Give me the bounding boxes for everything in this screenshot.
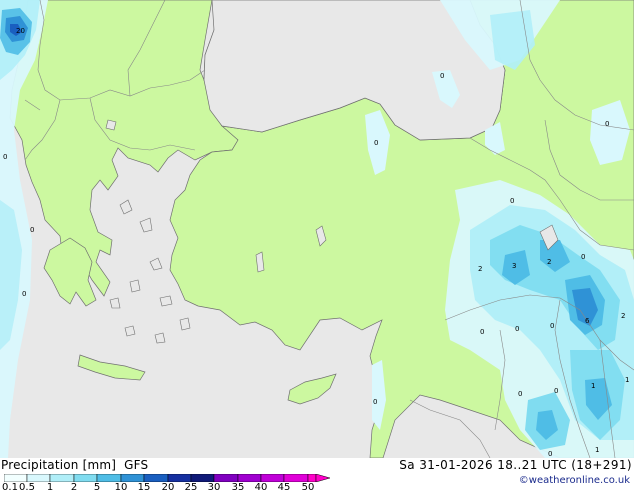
valid-time: Sa 31-01-2026 18..21 UTC (18+291) [399,458,632,472]
legend-tick-label: 45 [277,482,291,493]
legend-swatch [190,474,215,482]
legend-title: Precipitation [mm] [1,458,117,472]
contour-label: 20 [16,27,25,35]
legend-tick-label: 30 [207,482,221,493]
legend-swatch [213,474,239,482]
contour-label: 2 [478,265,482,273]
legend-tick-label: 35 [231,482,245,493]
legend-swatch [120,474,145,482]
legend-swatch [143,474,169,482]
contour-label: 0 [3,153,7,161]
contour-label: 0 [480,328,484,336]
contour-label: 0 [22,290,26,298]
legend-tick-label: 25 [184,482,198,493]
contour-label: 0 [554,387,558,395]
contour-label: 0 [373,398,377,406]
legend-swatch [237,474,262,482]
contour-label: 1 [595,446,599,454]
contour-label: 0 [515,325,519,333]
legend-swatch [26,474,51,482]
contour-label: 0 [518,390,522,398]
legend-tick-label: 0.1 [2,482,18,493]
contour-label: 0 [510,197,514,205]
contour-label: 1 [591,382,595,390]
legend-tick-label: 5 [93,482,101,493]
map-svg: 20 0 0 0 0 0 0 0 0 0 2 3 2 0 0 0 6 2 0 0… [0,0,634,458]
contour-label: 1 [625,376,629,384]
legend-tick-label: 15 [137,482,151,493]
contour-label: 6 [585,317,590,325]
legend-swatch [4,474,28,482]
legend-color-bar [4,474,331,482]
contour-label: 3 [512,262,516,270]
legend-footer: Precipitation [mm] GFS Sa 31-01-2026 18..… [0,458,634,493]
weather-map: 20 0 0 0 0 0 0 0 0 0 2 3 2 0 0 0 6 2 0 0… [0,0,634,458]
legend-swatch [73,474,98,482]
contour-label: 2 [621,312,625,320]
legend-tick-label: 40 [254,482,268,493]
legend-swatch [283,474,309,482]
contour-label: 0 [548,450,552,458]
legend-swatch [167,474,192,482]
legend-tick-label: 2 [70,482,78,493]
legend-swatch [307,474,317,482]
contour-label: 0 [374,139,378,147]
legend-swatch [260,474,285,482]
credit-text: ©weatheronline.co.uk [518,475,630,486]
model-name: GFS [124,458,149,472]
contour-label: 0 [605,120,609,128]
contour-label: 0 [550,322,554,330]
contour-label: 0 [30,226,34,234]
contour-label: 2 [547,258,551,266]
legend-tick-label: 1 [46,482,54,493]
legend-swatch [49,474,75,482]
legend-overflow-arrow [315,474,331,482]
contour-label: 0 [581,253,585,261]
legend-title-line: Precipitation [mm] GFS [1,458,148,472]
legend-swatch [96,474,122,482]
legend-tick-label: 50 [301,482,315,493]
legend-tick-label: 20 [161,482,175,493]
legend-tick-label: 10 [114,482,128,493]
contour-label: 0 [440,72,444,80]
legend-tick-label: 0.5 [19,482,35,493]
